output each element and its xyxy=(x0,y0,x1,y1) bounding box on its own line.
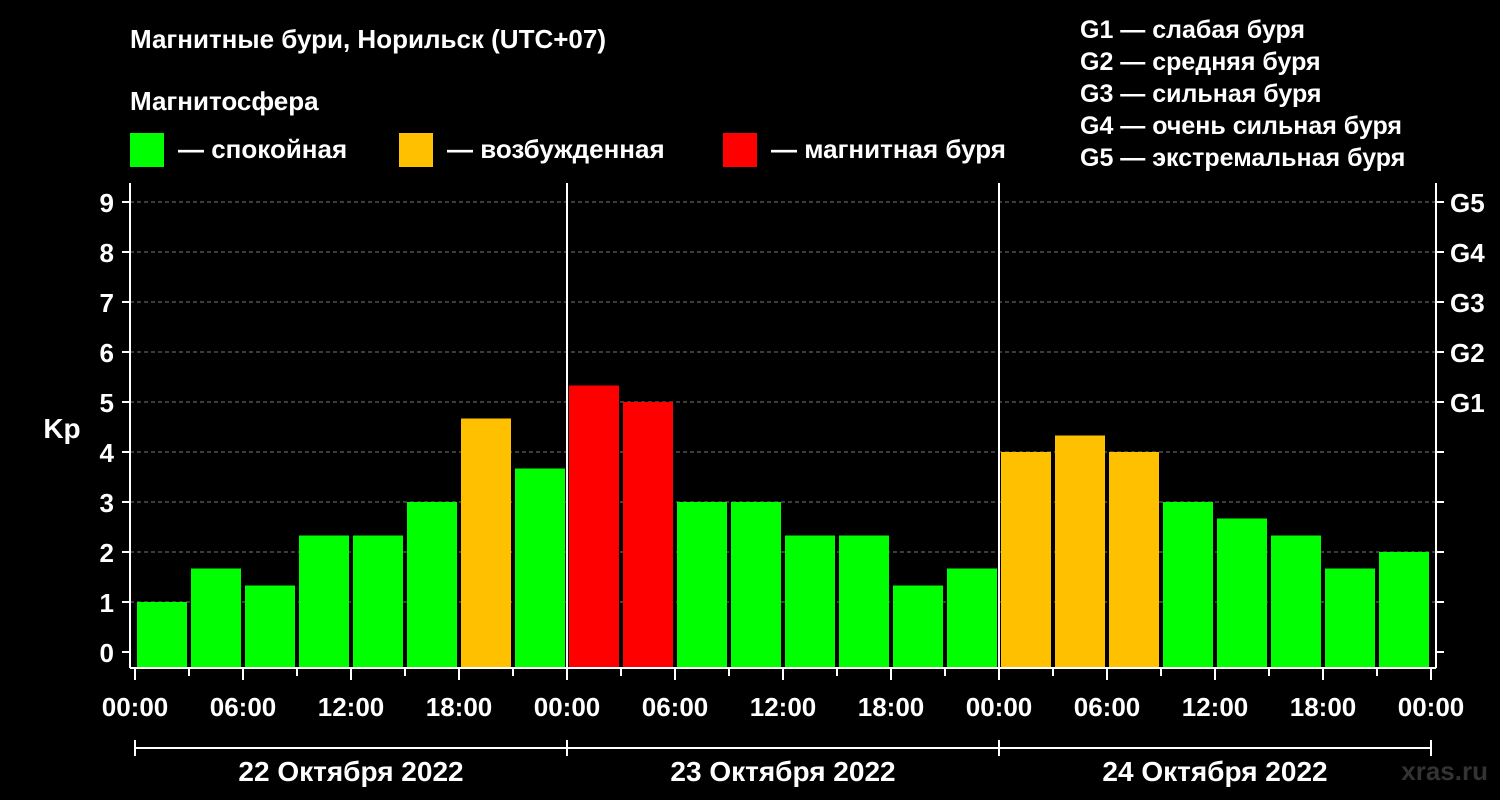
y-tick-label: 8 xyxy=(100,238,114,268)
g-level-label: G4 xyxy=(1450,238,1485,268)
y-tick-label: 3 xyxy=(100,488,114,518)
x-tick-label: 12:00 xyxy=(1182,692,1249,722)
kp-bar xyxy=(947,568,997,668)
kp-bar xyxy=(839,535,889,668)
kp-chart: Kp 0 1 2 3 4 5 6 7 8 9 G1 G2 G3 G4 G5 00:00 06:00 12:00 18… xyxy=(43,183,1485,787)
g-level-label: G2 xyxy=(1450,338,1485,368)
x-tick-label: 00:00 xyxy=(102,692,169,722)
kp-bar xyxy=(407,502,457,668)
kp-bar xyxy=(245,585,295,668)
y-tick-label: 5 xyxy=(100,388,114,418)
x-tick-label: 00:00 xyxy=(534,692,601,722)
x-tick-label: 06:00 xyxy=(1074,692,1141,722)
g-level-label: G1 xyxy=(1450,388,1485,418)
y-tick-label: 9 xyxy=(100,188,114,218)
x-tick-label: 06:00 xyxy=(210,692,277,722)
kp-bar xyxy=(893,585,943,668)
kp-bar xyxy=(515,468,565,668)
kp-bar xyxy=(1217,518,1267,668)
kp-bar xyxy=(1379,552,1429,668)
day-label: 22 Октября 2022 xyxy=(238,756,463,787)
x-tick-label: 12:00 xyxy=(318,692,385,722)
kp-bar xyxy=(461,418,511,668)
kp-bar xyxy=(1163,502,1213,668)
y-tick-label: 0 xyxy=(100,638,114,668)
x-tick-label: 00:00 xyxy=(966,692,1033,722)
y-tick-label: 6 xyxy=(100,338,114,368)
site-watermark: xras.ru xyxy=(1401,756,1488,786)
kp-bar xyxy=(191,568,241,668)
kp-bar xyxy=(623,402,673,668)
kp-bar xyxy=(569,385,619,668)
g-level-label: G3 xyxy=(1450,288,1485,318)
day-label: 24 Октября 2022 xyxy=(1102,756,1327,787)
kp-bar xyxy=(137,602,187,668)
kp-bar xyxy=(1271,535,1321,668)
kp-bar xyxy=(353,535,403,668)
kp-bar xyxy=(1109,452,1159,668)
kp-bar xyxy=(1055,435,1105,668)
kp-bar xyxy=(731,502,781,668)
x-tick-label: 18:00 xyxy=(1290,692,1357,722)
x-tick-label: 18:00 xyxy=(426,692,493,722)
x-tick-label: 06:00 xyxy=(642,692,709,722)
y-axis-label: Kp xyxy=(43,413,80,444)
x-tick-label: 00:00 xyxy=(1398,692,1465,722)
kp-bar xyxy=(677,502,727,668)
x-tick-label: 12:00 xyxy=(750,692,817,722)
kp-bar xyxy=(1001,452,1051,668)
kp-bar xyxy=(299,535,349,668)
x-tick-label: 18:00 xyxy=(858,692,925,722)
y-tick-label: 2 xyxy=(100,538,114,568)
y-tick-label: 4 xyxy=(100,438,115,468)
kp-bar xyxy=(785,535,835,668)
day-label: 23 Октября 2022 xyxy=(670,756,895,787)
kp-bar xyxy=(1325,568,1375,668)
g-level-label: G5 xyxy=(1450,188,1485,218)
y-tick-label: 7 xyxy=(100,288,114,318)
y-tick-label: 1 xyxy=(100,588,114,618)
